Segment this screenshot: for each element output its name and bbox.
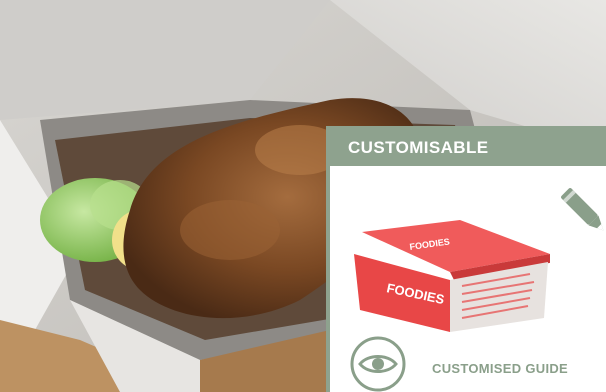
customisable-panel: CUSTOMISABLE FOODIES FOODIES CUSTOMISED … [326,126,606,392]
eye-icon [350,336,406,392]
customisable-promo: CUSTOMISABLE FOODIES FOODIES CUSTOMISED … [0,0,606,392]
foodies-box-product: FOODIES FOODIES [354,220,550,332]
pencil-icon [561,188,604,231]
guide-label: CUSTOMISED GUIDE [432,361,569,376]
customised-guide: CUSTOMISED GUIDE [348,330,598,392]
panel-title: CUSTOMISABLE [330,130,606,166]
